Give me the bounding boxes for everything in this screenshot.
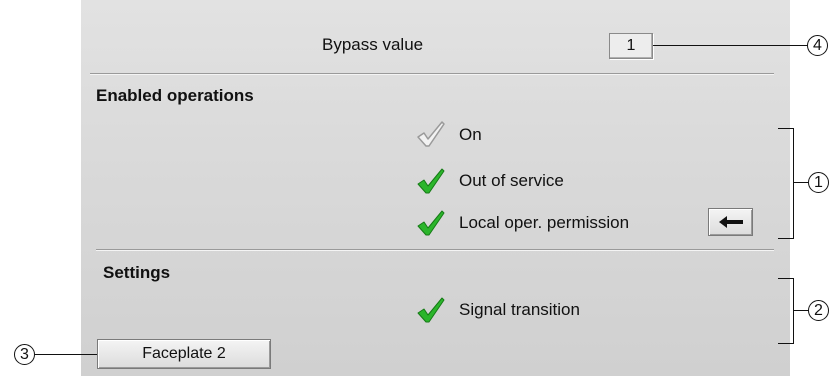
callout-1-leader xyxy=(794,182,809,183)
signal-transition-label: Signal transition xyxy=(459,300,580,319)
operation-on-label: On xyxy=(459,125,482,144)
callout-2-bracket xyxy=(778,343,794,344)
bypass-value-label: Bypass value xyxy=(322,35,424,54)
enabled-operations-title: Enabled operations xyxy=(96,86,254,105)
callout-1: 1 xyxy=(808,172,829,193)
callout-3: 3 xyxy=(14,344,35,365)
callout-1-bracket xyxy=(778,128,794,129)
faceplate-2-button[interactable]: Faceplate 2 xyxy=(97,339,271,369)
navigation-button[interactable] xyxy=(708,208,753,236)
callout-4-leader xyxy=(653,45,808,46)
arrow-left-icon xyxy=(718,216,743,228)
callout-4: 4 xyxy=(807,35,828,56)
callout-2-leader xyxy=(794,310,809,311)
callout-2-bracket xyxy=(793,278,794,344)
operation-out-of-service-label: Out of service xyxy=(459,171,564,190)
callout-2: 2 xyxy=(808,300,829,321)
separator-top xyxy=(90,73,774,75)
checkmark-outline-icon xyxy=(417,121,445,147)
callout-1-bracket xyxy=(778,238,794,239)
checkmark-icon[interactable] xyxy=(415,167,447,195)
settings-title: Settings xyxy=(103,263,171,282)
bypass-value-field[interactable]: 1 xyxy=(609,33,653,59)
checkmark-icon[interactable] xyxy=(415,296,447,324)
callout-1-bracket xyxy=(793,128,794,239)
separator-middle xyxy=(96,249,774,251)
callout-3-leader xyxy=(35,354,97,355)
callout-2-bracket xyxy=(778,278,794,279)
checkmark-icon[interactable] xyxy=(415,209,447,237)
operation-local-permission-label: Local oper. permission xyxy=(459,213,630,232)
